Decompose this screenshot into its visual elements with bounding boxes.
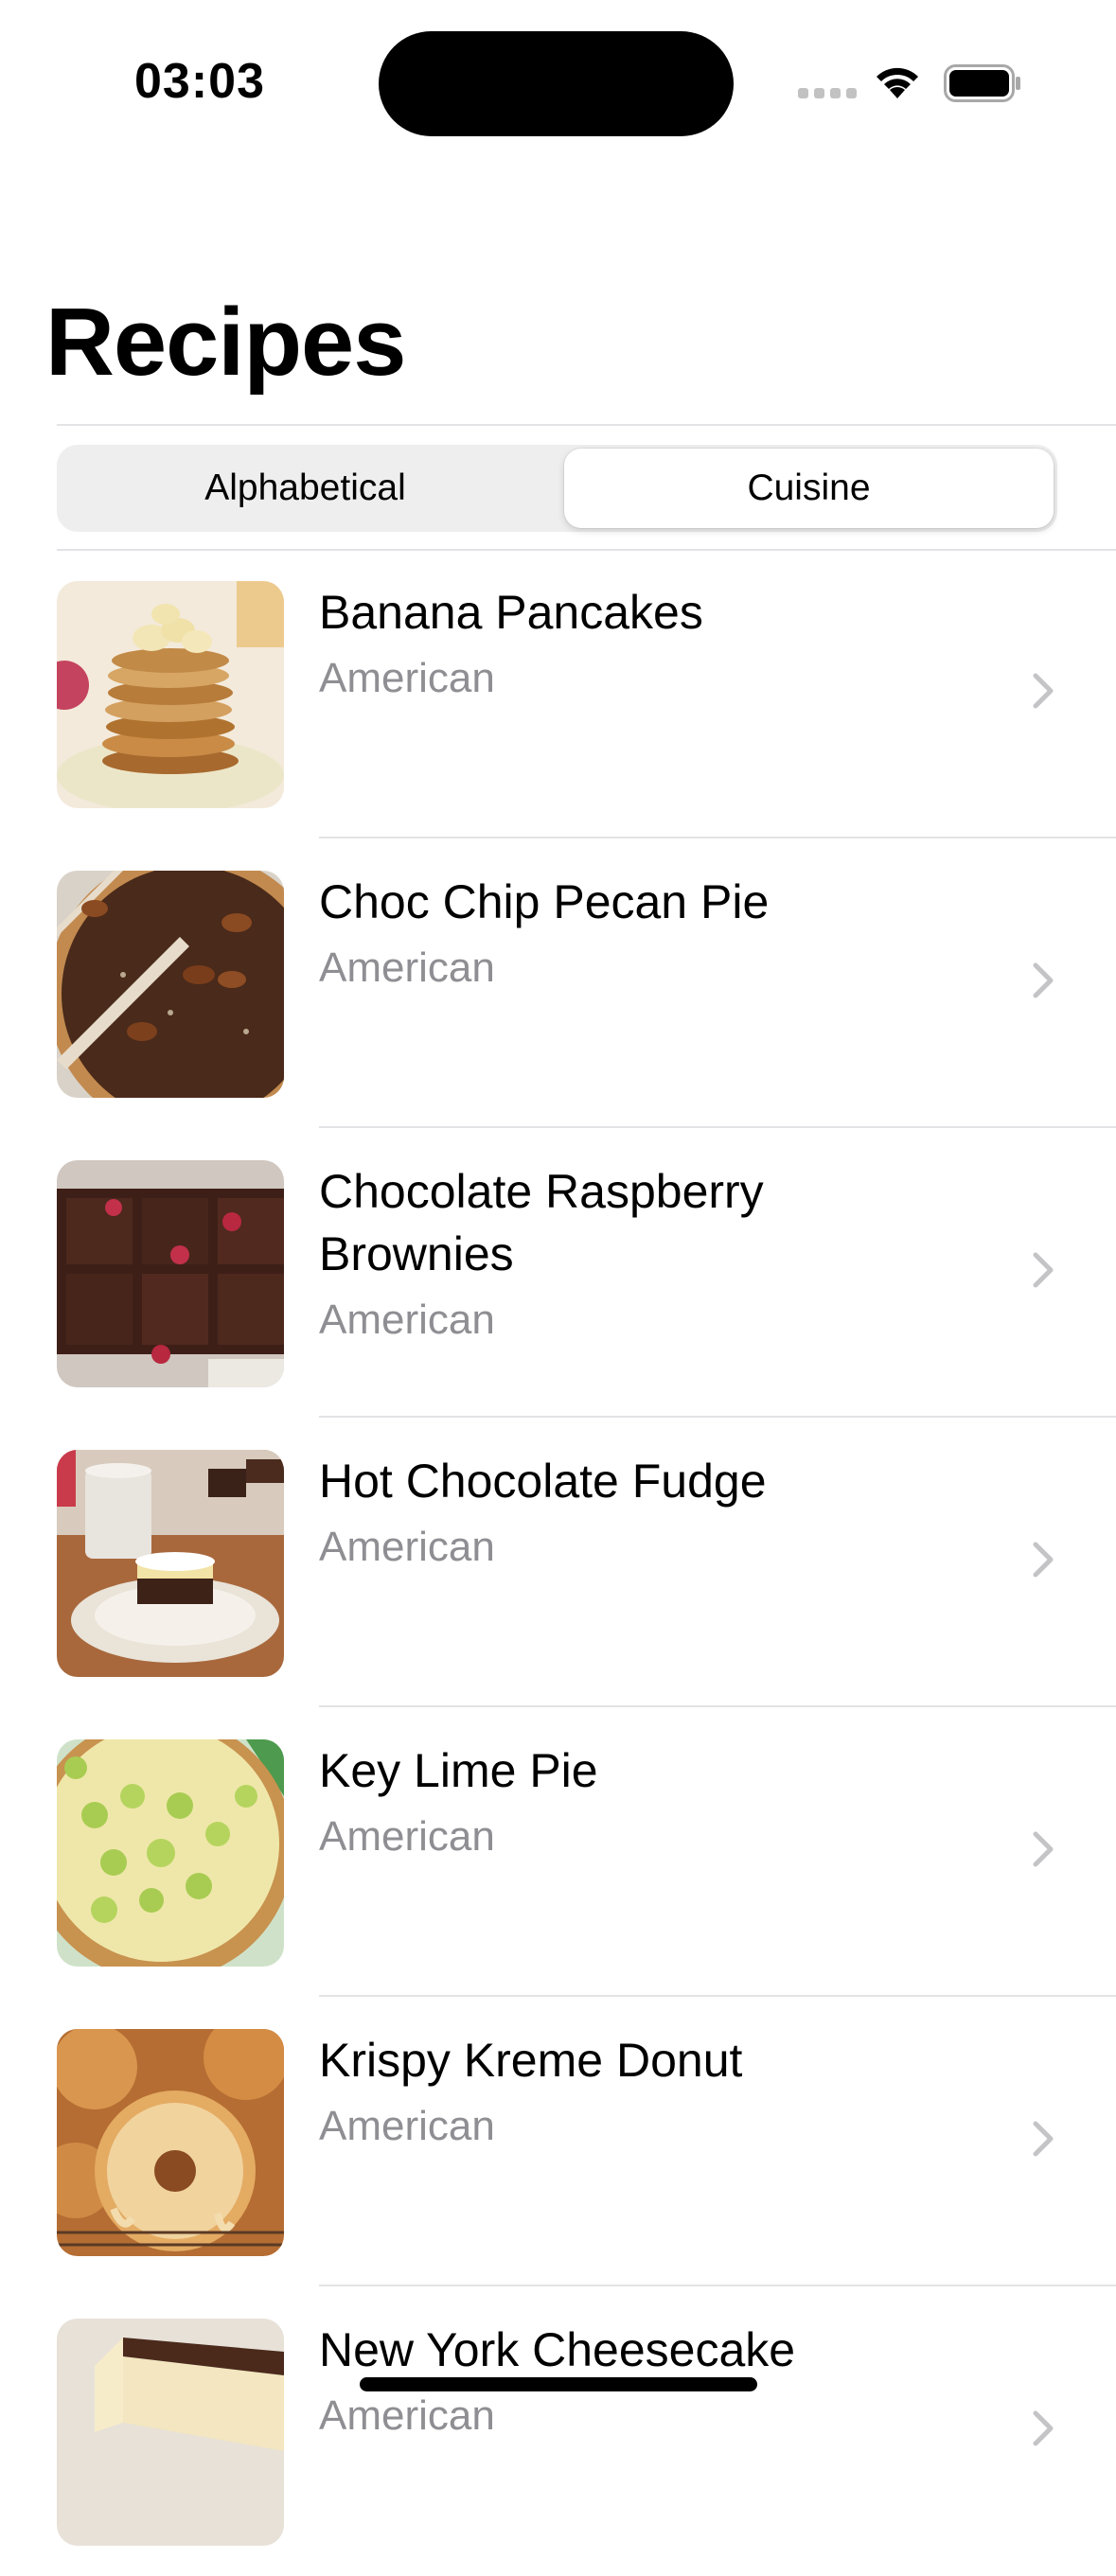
battery-icon <box>944 64 1020 102</box>
pancakes-photo <box>57 581 284 808</box>
status-time: 03:03 <box>134 54 265 109</box>
recipe-row[interactable]: Chocolate Raspberry Brownies American <box>0 1128 1116 1418</box>
dynamic-island <box>379 31 734 136</box>
chevron-right-icon <box>1033 2410 1054 2446</box>
recipe-row[interactable]: Hot Chocolate Fudge American <box>0 1418 1116 1707</box>
recipe-name: Krispy Kreme Donut <box>319 2034 743 2087</box>
chevron-right-icon <box>1033 1542 1054 1578</box>
recipe-cuisine: American <box>319 1297 495 1343</box>
segment-alphabetical[interactable]: Alphabetical <box>61 449 550 528</box>
recipe-name: Chocolate Raspberry Brownies <box>319 1165 764 1280</box>
recipe-cuisine: American <box>319 1813 495 1860</box>
cellular-signal-icon <box>798 88 857 98</box>
sort-segmented-control[interactable]: Alphabetical Cuisine <box>57 445 1057 532</box>
header-divider <box>57 424 1116 426</box>
chevron-right-icon <box>1033 2121 1054 2157</box>
recipe-row[interactable]: Banana Pancakes American <box>0 549 1116 838</box>
recipe-cuisine: American <box>319 944 495 991</box>
donut-photo <box>57 2029 284 2256</box>
recipe-cuisine: American <box>319 655 495 701</box>
recipe-name: Hot Chocolate Fudge <box>319 1455 767 1508</box>
recipe-name: New York Cheesecake <box>319 2323 796 2376</box>
fudge-photo <box>57 1450 284 1677</box>
recipe-name: Banana Pancakes <box>319 586 703 639</box>
page-title: Recipes <box>45 290 406 396</box>
recipe-cuisine: American <box>319 2103 495 2149</box>
recipe-row[interactable]: Key Lime Pie American <box>0 1707 1116 1997</box>
recipe-row[interactable]: Krispy Kreme Donut American <box>0 1997 1116 2286</box>
key-lime-pie-photo <box>57 1739 284 1967</box>
chevron-right-icon <box>1033 673 1054 709</box>
chevron-right-icon <box>1033 962 1054 998</box>
pecan-pie-photo <box>57 871 284 1098</box>
recipe-row[interactable]: New York Cheesecake American <box>0 2286 1116 2576</box>
home-indicator[interactable] <box>360 2377 757 2391</box>
chevron-right-icon <box>1033 1831 1054 1867</box>
segment-cuisine[interactable]: Cuisine <box>564 449 1054 528</box>
status-bar: 03:03 <box>0 0 1116 170</box>
recipe-row[interactable]: Choc Chip Pecan Pie American <box>0 838 1116 1128</box>
recipe-cuisine: American <box>319 1524 495 1570</box>
wifi-icon <box>877 67 918 98</box>
brownies-photo <box>57 1160 284 1387</box>
recipe-name: Key Lime Pie <box>319 1744 598 1797</box>
recipe-cuisine: American <box>319 2392 495 2439</box>
recipe-name: Choc Chip Pecan Pie <box>319 875 770 928</box>
chevron-right-icon <box>1033 1252 1054 1288</box>
cheesecake-photo <box>57 2319 284 2546</box>
